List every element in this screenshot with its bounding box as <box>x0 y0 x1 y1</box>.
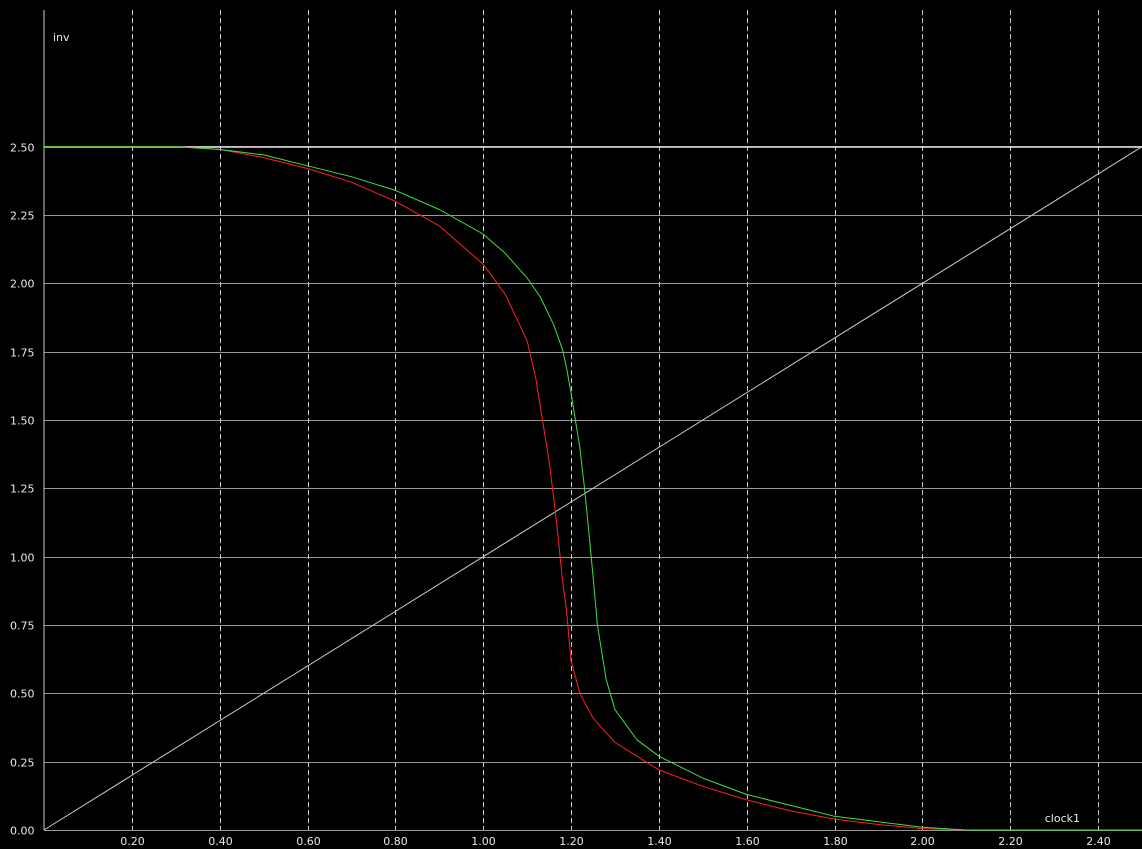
y-axis-label: inv <box>53 31 70 44</box>
x-tick-label: 1.20 <box>559 835 584 848</box>
x-tick-label: 2.00 <box>910 835 935 848</box>
x-tick-label: 0.20 <box>120 835 145 848</box>
y-tick-label: 0.50 <box>10 688 35 701</box>
y-tick-label: 2.50 <box>10 142 35 155</box>
plot-background <box>0 0 1142 849</box>
y-tick-label: 1.75 <box>10 347 35 360</box>
x-tick-label: 1.40 <box>647 835 672 848</box>
y-tick-label: 1.50 <box>10 415 35 428</box>
y-tick-label: 2.25 <box>10 210 35 223</box>
y-tick-label: 2.00 <box>10 278 35 291</box>
x-tick-label: 1.60 <box>735 835 760 848</box>
x-axis-label: clock1 <box>1045 812 1080 825</box>
y-tick-label: 1.25 <box>10 483 35 496</box>
x-tick-label: 1.80 <box>823 835 848 848</box>
x-tick-label: 0.80 <box>383 835 408 848</box>
y-tick-label: 0.75 <box>10 620 35 633</box>
y-tick-label: 0.25 <box>10 757 35 770</box>
y-tick-label: 1.00 <box>10 552 35 565</box>
x-tick-label: 1.00 <box>471 835 496 848</box>
x-tick-label: 2.20 <box>998 835 1023 848</box>
x-tick-label: 0.60 <box>296 835 321 848</box>
y-tick-label: 0.00 <box>10 825 35 838</box>
x-tick-label: 2.40 <box>1086 835 1111 848</box>
chart: 0.20 0.40 0.60 0.80 1.00 1.20 1.40 1.60 1.80 2.00… <box>0 0 1142 849</box>
x-tick-label: 0.40 <box>208 835 233 848</box>
